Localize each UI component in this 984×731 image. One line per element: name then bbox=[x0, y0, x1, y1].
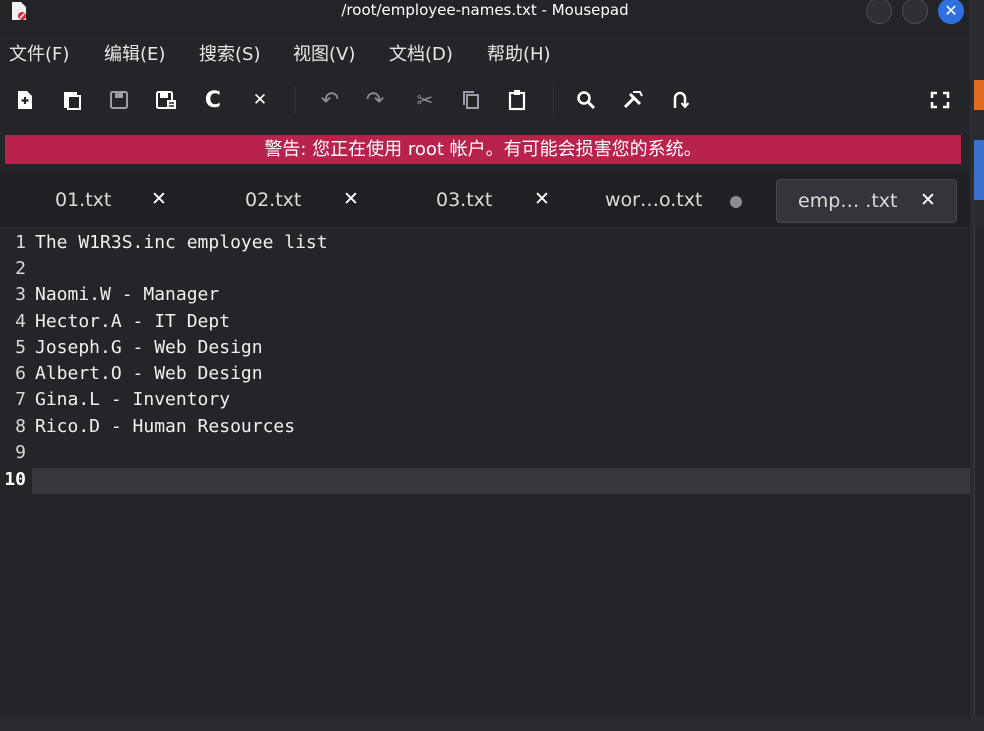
line-text[interactable]: Joseph.G - Web Design bbox=[35, 335, 263, 361]
undo-icon[interactable]: ↶ bbox=[316, 82, 344, 118]
editor-line[interactable]: 1 The W1R3S.inc employee list bbox=[0, 230, 970, 256]
background-window-panel bbox=[974, 225, 984, 715]
search-icon[interactable] bbox=[572, 82, 600, 118]
line-number: 2 bbox=[15, 258, 26, 279]
redo-icon[interactable]: ↷ bbox=[361, 82, 389, 118]
menu-view[interactable]: 视图(V) bbox=[293, 40, 355, 66]
tab-emp-txt[interactable]: emp… .txt ✕ bbox=[776, 179, 957, 223]
tab-close-icon[interactable]: ✕ bbox=[151, 188, 167, 210]
tab-label: 03.txt bbox=[436, 189, 493, 211]
line-number: 6 bbox=[15, 363, 26, 384]
line-text[interactable]: Albert.O - Web Design bbox=[35, 361, 263, 387]
window-bottom-border bbox=[0, 719, 970, 731]
title-bar[interactable]: /root/employee-names.txt - Mousepad ✕ bbox=[0, 0, 970, 36]
tab-02-txt[interactable]: 02.txt ✕ bbox=[190, 179, 382, 223]
background-window-accent bbox=[974, 80, 984, 110]
toolbar-separator bbox=[553, 86, 554, 114]
tab-01-txt[interactable]: 01.txt ✕ bbox=[0, 179, 190, 223]
copy-icon[interactable] bbox=[457, 82, 485, 118]
text-editor[interactable]: 1 The W1R3S.inc employee list 2 3 Naomi.… bbox=[0, 229, 970, 719]
line-number: 4 bbox=[15, 311, 26, 332]
save-as-icon[interactable] bbox=[152, 82, 180, 118]
menu-edit[interactable]: 编辑(E) bbox=[104, 40, 165, 66]
line-text[interactable]: Naomi.W - Manager bbox=[35, 282, 219, 308]
new-document-icon[interactable] bbox=[11, 82, 39, 118]
tab-bar: 01.txt ✕ 02.txt ✕ 03.txt ✕ wor…o.txt emp… bbox=[0, 172, 970, 228]
tab-label: 02.txt bbox=[245, 189, 302, 211]
root-warning-bar: 警告: 您正在使用 root 帐户。有可能会损害您的系统。 bbox=[5, 135, 961, 164]
background-window-edge bbox=[970, 0, 984, 731]
editor-line[interactable]: 8 Rico.D - Human Resources bbox=[0, 414, 970, 440]
editor-line[interactable]: 4 Hector.A - IT Dept bbox=[0, 309, 970, 335]
new-window-icon[interactable] bbox=[58, 82, 86, 118]
editor-line[interactable]: 7 Gina.L - Inventory bbox=[0, 387, 970, 413]
go-to-icon[interactable] bbox=[666, 82, 694, 118]
tab-label: wor…o.txt bbox=[605, 189, 703, 211]
line-text[interactable]: Hector.A - IT Dept bbox=[35, 309, 230, 335]
menu-bar: 文件(F) 编辑(E) 搜索(S) 视图(V) 文档(D) 帮助(H) bbox=[0, 38, 970, 68]
tab-label: 01.txt bbox=[55, 189, 112, 211]
editor-line-current[interactable]: 10 bbox=[0, 467, 970, 493]
menu-document[interactable]: 文档(D) bbox=[389, 40, 453, 66]
tab-03-txt[interactable]: 03.txt ✕ bbox=[382, 179, 574, 223]
line-number: 3 bbox=[15, 284, 26, 305]
editor-line[interactable]: 2 bbox=[0, 256, 970, 282]
editor-line[interactable]: 3 Naomi.W - Manager bbox=[0, 282, 970, 308]
paste-icon[interactable] bbox=[503, 82, 531, 118]
editor-line[interactable]: 6 Albert.O - Web Design bbox=[0, 361, 970, 387]
line-number: 9 bbox=[15, 442, 26, 463]
unsaved-dot-icon bbox=[730, 196, 742, 208]
line-number: 8 bbox=[15, 416, 26, 437]
tab-close-icon[interactable]: ✕ bbox=[343, 188, 359, 210]
line-number: 1 bbox=[15, 232, 26, 253]
line-number: 5 bbox=[15, 337, 26, 358]
background-window-accent bbox=[974, 140, 984, 200]
menu-file[interactable]: 文件(F) bbox=[9, 40, 69, 66]
close-document-icon[interactable]: ✕ bbox=[246, 82, 274, 118]
find-replace-icon[interactable] bbox=[619, 82, 647, 118]
line-text[interactable]: Gina.L - Inventory bbox=[35, 387, 230, 413]
line-number: 10 bbox=[4, 469, 26, 490]
line-number: 7 bbox=[15, 389, 26, 410]
line-text[interactable]: Rico.D - Human Resources bbox=[35, 414, 295, 440]
reload-icon[interactable]: C bbox=[199, 82, 227, 118]
toolbar: C ✕ ↶ ↷ ✂ bbox=[0, 82, 970, 122]
cut-icon[interactable]: ✂ bbox=[411, 82, 439, 118]
line-text[interactable]: The W1R3S.inc employee list bbox=[35, 230, 328, 256]
editor-line[interactable]: 9 bbox=[0, 440, 970, 466]
save-icon[interactable] bbox=[105, 82, 133, 118]
tab-label: emp… .txt bbox=[798, 190, 898, 212]
mousepad-window: /root/employee-names.txt - Mousepad ✕ 文件… bbox=[0, 0, 970, 731]
window-title: /root/employee-names.txt - Mousepad bbox=[341, 1, 629, 19]
editor-line[interactable]: 5 Joseph.G - Web Design bbox=[0, 335, 970, 361]
menu-help[interactable]: 帮助(H) bbox=[487, 40, 551, 66]
tab-close-icon[interactable]: ✕ bbox=[534, 188, 550, 210]
menu-search[interactable]: 搜索(S) bbox=[199, 40, 260, 66]
tab-close-icon[interactable]: ✕ bbox=[920, 189, 936, 211]
toolbar-separator bbox=[295, 86, 296, 114]
fullscreen-icon[interactable] bbox=[926, 82, 954, 118]
tab-wor-o-txt[interactable]: wor…o.txt bbox=[574, 179, 772, 223]
